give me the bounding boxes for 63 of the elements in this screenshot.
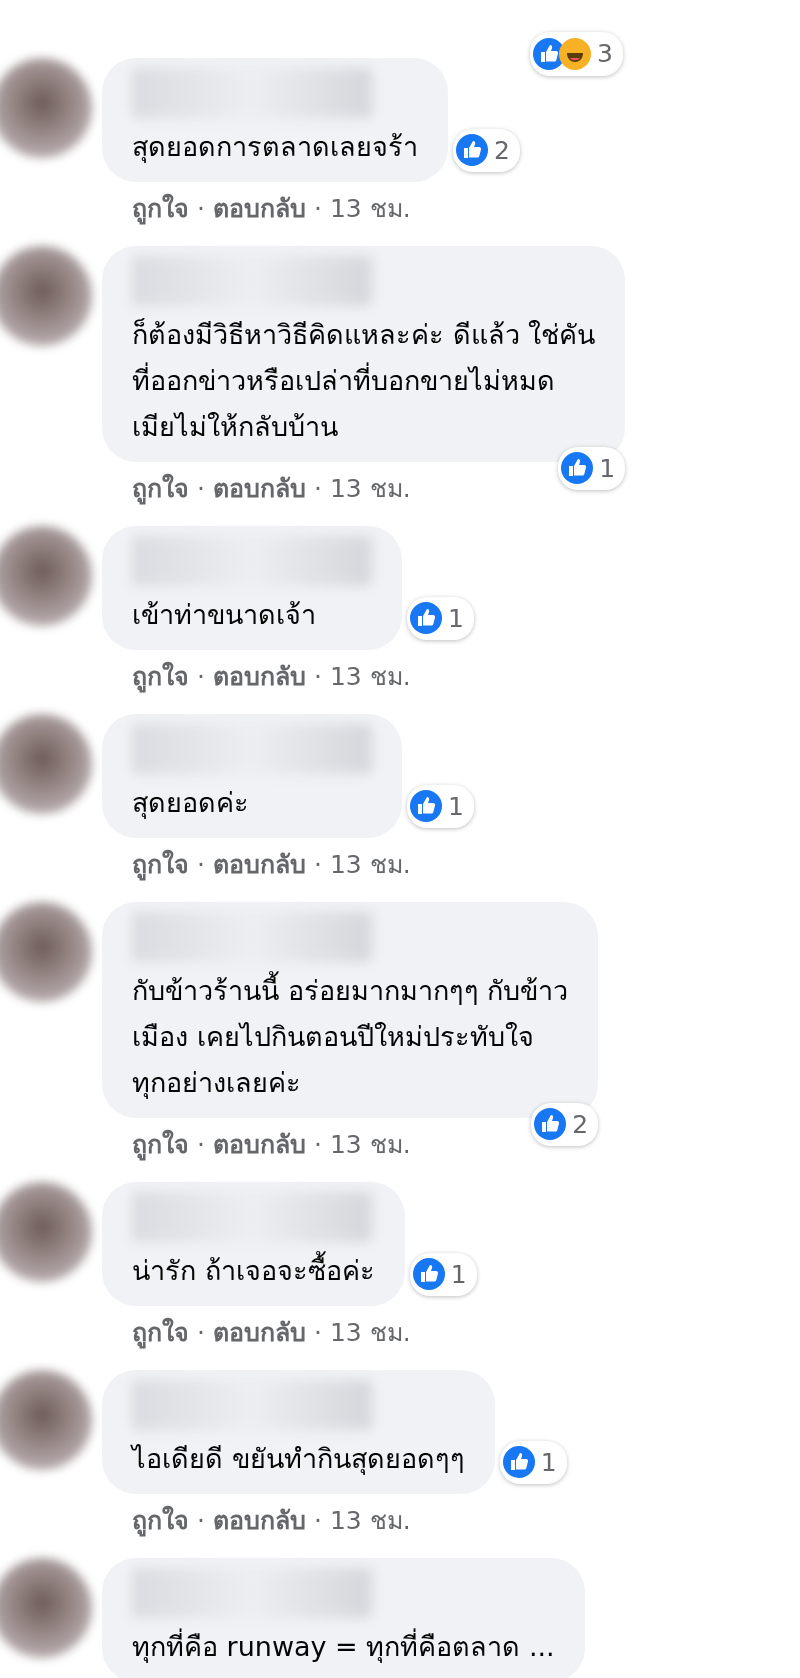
reaction-badge[interactable]: 3 xyxy=(530,32,623,76)
action-link[interactable]: ตอบกลับ xyxy=(212,190,306,246)
comment-text: สุดยอดค่ะ xyxy=(132,786,250,821)
timestamp: 13 ชม. xyxy=(329,849,411,881)
separator-dot: · xyxy=(197,1505,205,1537)
reaction-badge[interactable]: 1 xyxy=(499,1440,567,1484)
action-link[interactable]: ถูกใจ xyxy=(132,1502,189,1558)
comment-text: เข้าท่าขนาดเจ้า xyxy=(132,598,317,632)
separator-dot: · xyxy=(197,473,205,505)
comment-text: ทุกที่คือ runway = ทุกที่คือตลาด ... xyxy=(132,1624,555,1670)
separator-dot: · xyxy=(313,1129,322,1161)
separator-dot: · xyxy=(313,849,322,881)
separator-dot: · xyxy=(197,1317,205,1349)
like-icon xyxy=(502,1446,535,1479)
separator-dot: · xyxy=(197,661,205,693)
action-link[interactable]: ถูกใจ xyxy=(132,1126,189,1182)
timestamp: 13 ชม. xyxy=(329,1317,411,1349)
reaction-badge[interactable]: 2 xyxy=(531,1102,599,1146)
like-icon xyxy=(410,790,443,823)
reaction-badge[interactable]: 1 xyxy=(558,446,626,490)
comment-text: สุดยอดการตลาดเลยจร้า xyxy=(132,130,418,165)
action-link[interactable]: ตอบกลับ xyxy=(212,1126,306,1182)
action-link[interactable]: ถูกใจ xyxy=(132,658,189,714)
comment-text: น่ารัก ถ้าเจอจะซื้อค่ะ xyxy=(132,1248,375,1294)
reaction-badge[interactable]: 1 xyxy=(407,784,474,828)
laughing-face-icon xyxy=(559,37,591,70)
separator-dot: · xyxy=(313,473,322,505)
action-link[interactable]: ตอบกลับ xyxy=(212,470,306,526)
timestamp: 13 ชม. xyxy=(329,1129,411,1161)
action-link[interactable]: ถูกใจ xyxy=(132,470,189,526)
separator-dot: · xyxy=(313,661,322,693)
reaction-badge[interactable]: 2 xyxy=(453,128,520,172)
timestamp: 13 ชม. xyxy=(329,661,411,693)
separator-dot: · xyxy=(313,1317,322,1349)
comment-text: กับข้าวร้านนี้ อร่อยมากมากๆๆ กับข้าว xyxy=(132,968,569,1014)
separator-dot: · xyxy=(197,193,205,225)
timestamp: 13 ชม. xyxy=(329,1505,411,1537)
comment-text: ทุกอย่างเลยค่ะ xyxy=(132,1066,302,1101)
like-icon xyxy=(534,1108,567,1141)
separator-dot: · xyxy=(313,1505,322,1537)
timestamp: 13 ชม. xyxy=(329,193,411,225)
like-icon xyxy=(410,602,443,635)
action-link[interactable]: ถูกใจ xyxy=(132,190,189,246)
comment-text: ไอเดียดี ขยันทำกินสุดยอดๆๆ xyxy=(132,1442,465,1477)
action-link[interactable]: ตอบกลับ xyxy=(212,846,306,902)
like-icon xyxy=(412,1258,445,1291)
reaction-badge[interactable]: 1 xyxy=(407,596,474,640)
action-link[interactable]: ตอบกลับ xyxy=(212,1314,306,1370)
action-link[interactable]: ตอบกลับ xyxy=(212,1502,306,1558)
comment-text: เมียไม่ให้กลับบ้าน xyxy=(132,410,339,444)
action-link[interactable]: ถูกใจ xyxy=(132,846,189,902)
separator-dot: · xyxy=(197,1129,205,1161)
like-icon xyxy=(561,452,594,485)
separator-dot: · xyxy=(197,849,205,881)
separator-dot: · xyxy=(313,193,322,225)
comment-text: เมือง เคยไปกินตอนปีใหม่ประทับใจ xyxy=(132,1020,535,1054)
timestamp: 13 ชม. xyxy=(329,473,411,505)
reaction-badge[interactable]: 1 xyxy=(409,1252,477,1296)
comment-text: ที่ออกข่าวหรือเปล่าที่บอกขายไม่หมด xyxy=(132,358,596,404)
action-link[interactable]: ถูกใจ xyxy=(132,1314,189,1370)
action-link[interactable]: ตอบกลับ xyxy=(212,658,306,714)
like-icon xyxy=(456,134,489,167)
comment-text: ก็ต้องมีวิธีหาวิธีคิดแหละค่ะ ดีแล้ว ใช่คัน xyxy=(132,317,596,352)
